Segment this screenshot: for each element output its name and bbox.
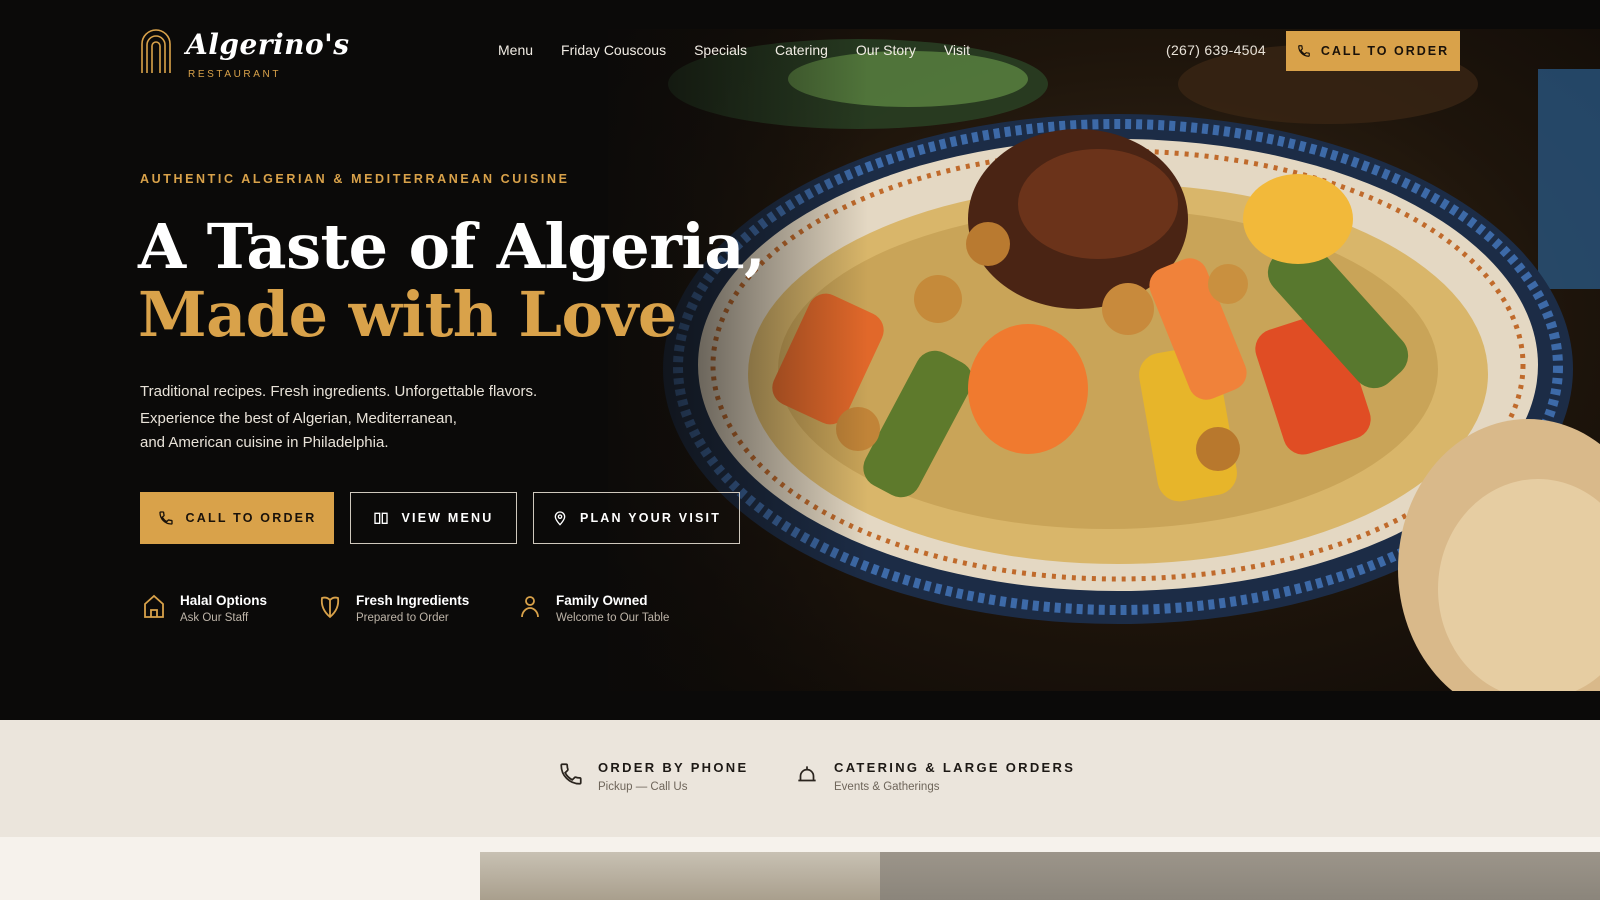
location-pin-icon [554, 511, 566, 526]
feature-title: Family Owned [556, 593, 648, 608]
feature-family: Family Owned Welcome to Our Table [518, 593, 669, 624]
hero-photo-fade [608, 29, 868, 691]
catering-orders[interactable]: CATERING & LARGE ORDERS Events & Gatheri… [794, 760, 1075, 793]
plan-visit-button[interactable]: PLAN YOUR VISIT [533, 492, 740, 544]
arch-logo-icon [141, 29, 171, 73]
main-nav: Menu Friday Couscous Specials Catering O… [498, 42, 970, 58]
header-call-button[interactable]: CALL TO ORDER [1286, 31, 1460, 71]
brand-name: Algerino's [186, 28, 350, 61]
phone-icon [1297, 45, 1310, 57]
strip-sub: Events & Gatherings [834, 781, 940, 793]
feature-sub: Prepared to Order [356, 612, 449, 624]
feature-title: Fresh Ingredients [356, 593, 470, 608]
feature-sub: Welcome to Our Table [556, 612, 670, 624]
bell-icon [798, 766, 816, 782]
plan-visit-label: PLAN YOUR VISIT [579, 511, 722, 525]
feature-sub: Ask Our Staff [180, 612, 249, 624]
hero-call-label: CALL TO ORDER [185, 511, 317, 525]
nav-visit[interactable]: Visit [944, 42, 970, 58]
leaf-icon [320, 596, 340, 619]
hero-title-line1: A Taste of Algeria, [138, 210, 766, 283]
feature-title: Halal Options [180, 593, 268, 608]
nav-friday-couscous[interactable]: Friday Couscous [561, 42, 666, 58]
home-icon [144, 594, 164, 618]
nav-our-story[interactable]: Our Story [856, 42, 916, 58]
feature-fresh: Fresh Ingredients Prepared to Order [318, 593, 469, 624]
brand-logo[interactable]: Algerino's RESTAURANT [140, 28, 349, 82]
phone-icon [158, 511, 173, 525]
hero-eyebrow: AUTHENTIC ALGERIAN & MEDITERRANEAN CUISI… [140, 172, 570, 186]
hero-desc-line1: Traditional recipes. Fresh ingredients. … [140, 383, 538, 400]
feature-halal: Halal Options Ask Our Staff [142, 593, 267, 624]
hero-desc-line3: and American cuisine in Philadelphia. [140, 434, 389, 451]
strip-title: CATERING & LARGE ORDERS [834, 760, 1076, 775]
hero-section: Algerino's RESTAURANT Menu Friday Cousco… [0, 0, 1600, 720]
strip-sub: Pickup — Call Us [598, 781, 688, 793]
nav-menu[interactable]: Menu [498, 42, 533, 58]
dining-room-photo [480, 852, 880, 900]
brand-subtitle: RESTAURANT [188, 69, 282, 80]
person-icon [521, 596, 539, 618]
strip-title: ORDER BY PHONE [598, 760, 749, 775]
food-photo [880, 852, 1600, 900]
hero-title-line2: Made with Love [138, 278, 677, 351]
header-phone-link[interactable]: (267) 639-4504 [1166, 42, 1266, 58]
phone-icon [560, 763, 582, 785]
nav-specials[interactable]: Specials [694, 42, 747, 58]
header-call-label: CALL TO ORDER [1320, 44, 1450, 58]
order-by-phone[interactable]: ORDER BY PHONE Pickup — Call Us [558, 760, 748, 793]
view-menu-label: VIEW MENU [401, 511, 494, 525]
hero-desc-line2: Experience the best of Algerian, Mediter… [140, 410, 457, 427]
book-icon [374, 512, 389, 524]
nav-catering[interactable]: Catering [775, 42, 828, 58]
hero-call-button[interactable]: CALL TO ORDER [140, 492, 334, 544]
view-menu-button[interactable]: VIEW MENU [350, 492, 517, 544]
